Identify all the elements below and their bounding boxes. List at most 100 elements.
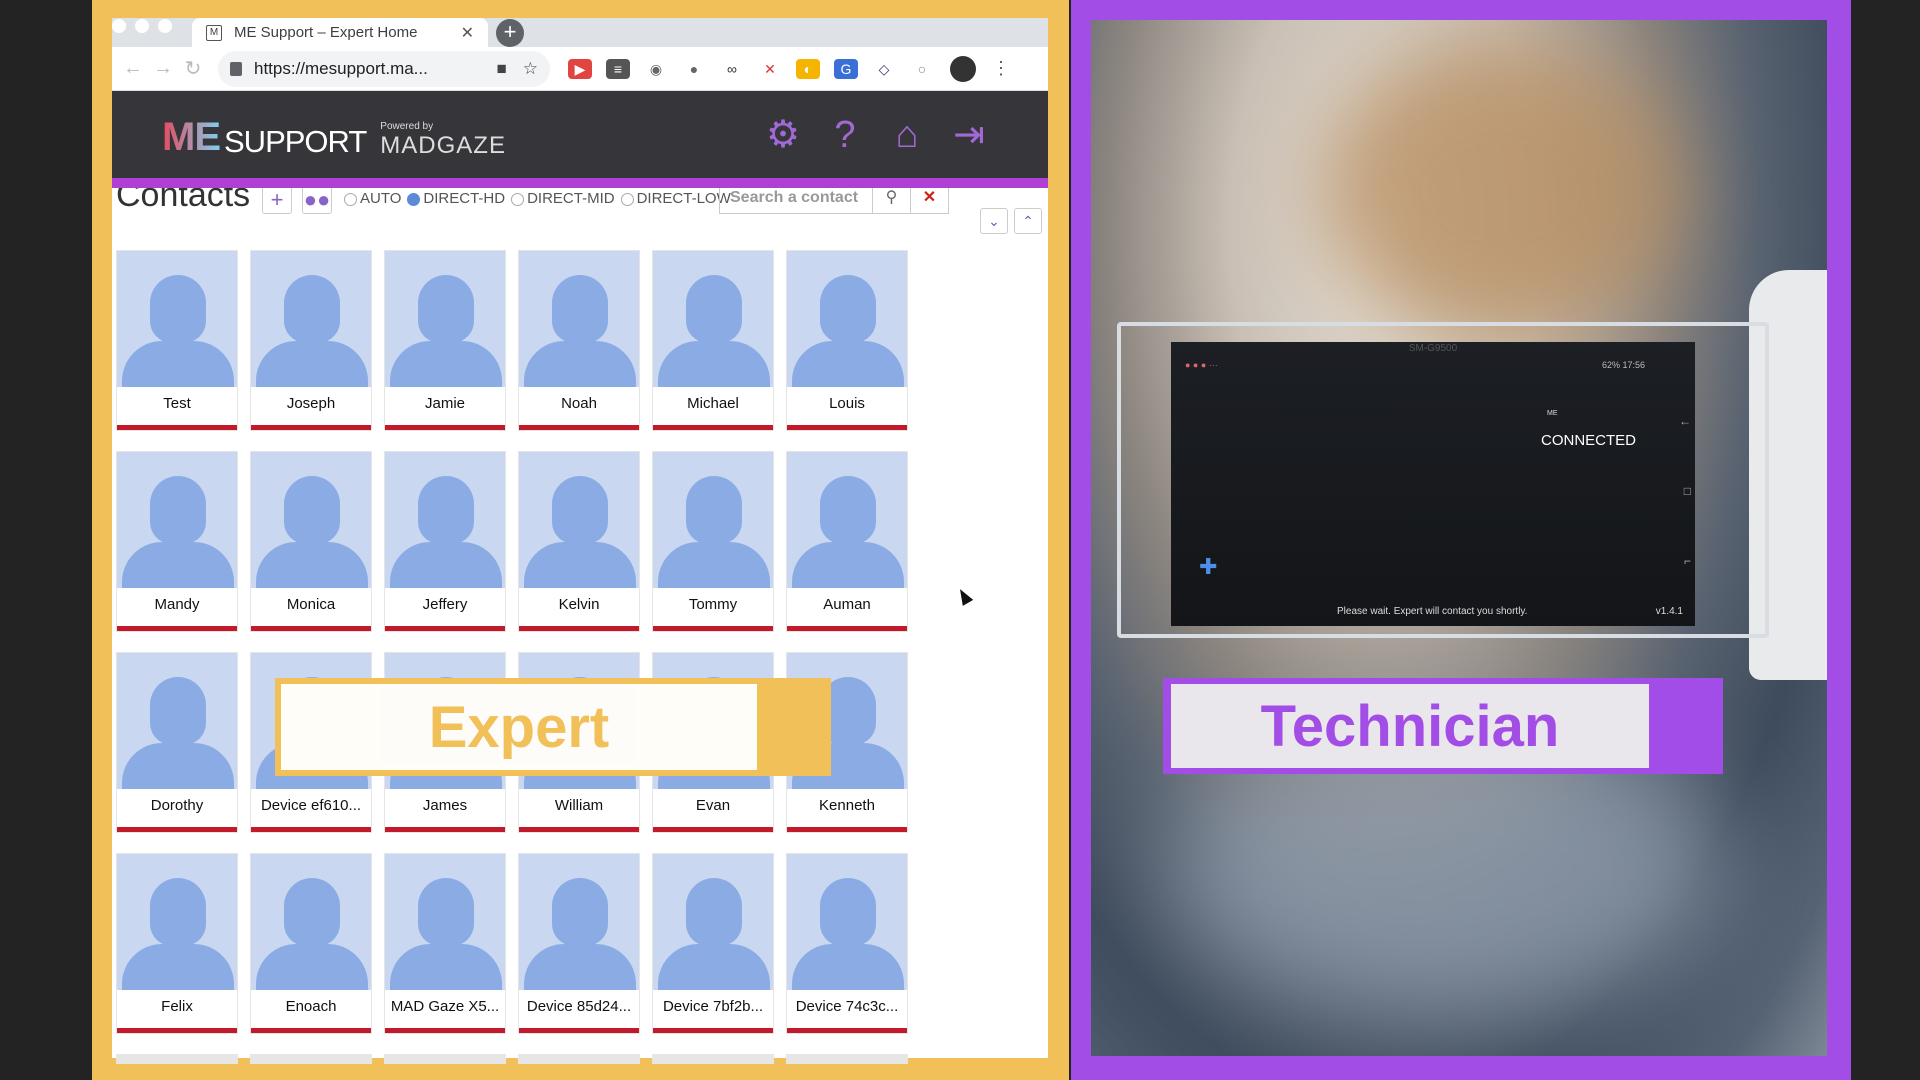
madgaze-brand: MADGAZE: [380, 132, 506, 159]
avatar-body: [792, 944, 904, 990]
new-tab-button[interactable]: +: [496, 19, 524, 47]
contact-card[interactable]: Jamie: [384, 250, 506, 431]
contact-card[interactable]: Monica: [250, 451, 372, 632]
forward-icon[interactable]: →: [148, 57, 178, 80]
home-icon[interactable]: ⌂: [886, 113, 928, 157]
search-icon[interactable]: ⚲: [872, 188, 910, 213]
device-model: SM-G9500: [1408, 343, 1458, 354]
avatar: [787, 251, 907, 387]
contact-card[interactable]: Device 85d24...: [518, 853, 640, 1034]
status-bar: [519, 827, 639, 832]
more-menu-icon[interactable]: ⋮: [992, 58, 1010, 79]
browser-tab[interactable]: M ME Support – Expert Home ✕: [192, 18, 488, 47]
logo-me: ME: [162, 115, 221, 159]
contact-card-partial: [518, 1054, 640, 1064]
quality-direct-hd[interactable]: DIRECT-HD: [407, 190, 505, 207]
back-arrow-icon[interactable]: ←: [1679, 414, 1691, 428]
avatar-head: [418, 275, 474, 343]
extension-icon[interactable]: ✕: [758, 58, 782, 79]
contact-card[interactable]: Device 74c3c...: [786, 853, 908, 1034]
avatar-head: [552, 476, 608, 544]
avatar-body: [524, 944, 636, 990]
contact-card[interactable]: Test: [116, 250, 238, 431]
quality-label: DIRECT-LOW: [636, 190, 731, 207]
avatar-head: [820, 476, 876, 544]
avatar-body: [122, 341, 234, 387]
contact-card[interactable]: Device 7bf2b...: [652, 853, 774, 1034]
status-bar: [117, 425, 237, 430]
status-bar: [117, 827, 237, 832]
extension-icon[interactable]: ∞: [720, 58, 744, 79]
extension-icon[interactable]: ○: [910, 58, 934, 79]
quality-direct-low[interactable]: DIRECT-LOW: [620, 190, 731, 207]
status-bar: [787, 626, 907, 631]
contact-card[interactable]: Tommy: [652, 451, 774, 632]
address-bar[interactable]: https://mesupport.ma... ■ ☆: [218, 50, 550, 87]
contact-card[interactable]: Louis: [786, 250, 908, 431]
status-bar: [251, 425, 371, 430]
avatar: [653, 854, 773, 990]
square-icon[interactable]: □: [1684, 484, 1691, 498]
profile-avatar[interactable]: [950, 55, 976, 82]
close-window-button[interactable]: [112, 19, 126, 33]
contact-card[interactable]: Joseph: [250, 250, 372, 431]
extension-icon[interactable]: ◉: [644, 58, 668, 79]
status-bar: [519, 626, 639, 631]
avatar-body: [122, 743, 234, 789]
logout-icon[interactable]: ⇥: [948, 113, 990, 157]
contact-card[interactable]: Auman: [786, 451, 908, 632]
help-icon[interactable]: ?: [824, 113, 866, 157]
avatar: [117, 251, 237, 387]
contact-card[interactable]: Enoach: [250, 853, 372, 1034]
scroll-up-icon[interactable]: ⌃: [1014, 208, 1042, 234]
scroll-controls: ⌄ ⌃: [980, 208, 1042, 234]
contact-card[interactable]: Noah: [518, 250, 640, 431]
contact-card[interactable]: Kelvin: [518, 451, 640, 632]
add-contact-button[interactable]: +: [262, 188, 292, 214]
extension-icon[interactable]: G: [834, 58, 858, 79]
extension-icon[interactable]: ◐: [796, 58, 820, 79]
camera-icon[interactable]: ■: [496, 59, 506, 79]
contact-name: Michael: [687, 395, 739, 412]
radio-icon: [620, 192, 634, 206]
extension-icon[interactable]: ●: [682, 58, 706, 79]
avatar-body: [390, 944, 502, 990]
avatar-body: [658, 944, 770, 990]
avatar-head: [552, 275, 608, 343]
search-input[interactable]: Search a contact: [720, 189, 872, 207]
avatar: [117, 653, 237, 789]
star-icon[interactable]: ☆: [523, 59, 538, 79]
expert-role-label: Expert: [275, 678, 831, 776]
maximize-window-button[interactable]: [158, 19, 172, 33]
contact-card[interactable]: Mandy: [116, 451, 238, 632]
contact-name: Kelvin: [558, 596, 600, 613]
back-icon[interactable]: ←: [118, 57, 148, 80]
status-bar: [653, 1028, 773, 1033]
quality-auto[interactable]: AUTO: [344, 190, 401, 207]
powered-by-label: Powered by: [380, 121, 434, 132]
contact-card[interactable]: Michael: [652, 250, 774, 431]
extension-icon[interactable]: ▶: [568, 58, 592, 79]
minimize-window-button[interactable]: [135, 19, 149, 33]
recent-icon[interactable]: ⌐: [1684, 554, 1691, 568]
contact-name: Joseph: [286, 395, 336, 412]
extension-icon[interactable]: ≡: [606, 58, 630, 79]
contact-card[interactable]: Jeffery: [384, 451, 506, 632]
contact-card[interactable]: MAD Gaze X5...: [384, 853, 506, 1034]
reload-icon[interactable]: ↻: [178, 56, 208, 81]
contact-card[interactable]: Felix: [116, 853, 238, 1034]
gear-icon[interactable]: ⚙: [762, 113, 804, 157]
status-bar: [251, 1028, 371, 1033]
scroll-down-icon[interactable]: ⌄: [980, 208, 1008, 234]
extension-icon[interactable]: ◇: [872, 58, 896, 79]
avatar-body: [658, 341, 770, 387]
group-contacts-button[interactable]: ●●: [302, 188, 332, 214]
avatar: [519, 251, 639, 387]
quality-direct-mid[interactable]: DIRECT-MID: [511, 190, 615, 207]
tab-close-icon[interactable]: ✕: [461, 23, 474, 43]
clear-search-icon[interactable]: ✕: [910, 188, 948, 213]
avatar-head: [418, 878, 474, 946]
add-user-icon[interactable]: ✚: [1199, 554, 1217, 580]
avatar-head: [150, 476, 206, 544]
contact-card[interactable]: Dorothy: [116, 652, 238, 833]
